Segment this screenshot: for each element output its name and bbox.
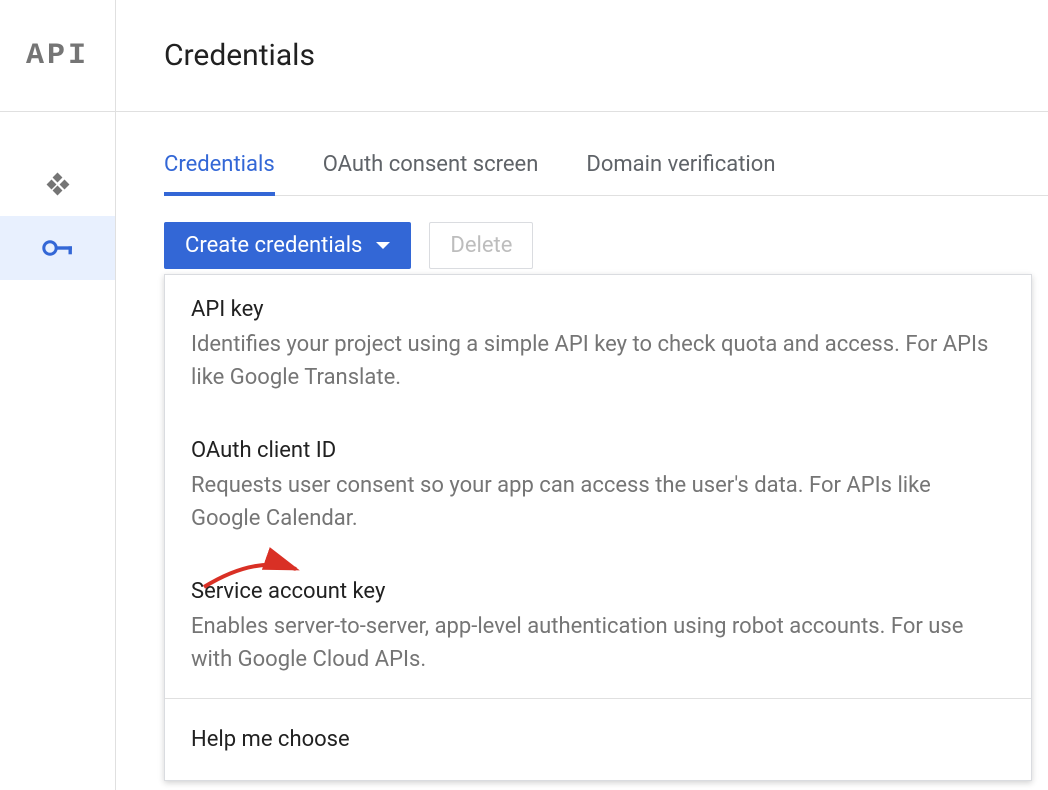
caret-down-icon <box>376 242 390 249</box>
dropdown-item-title: OAuth client ID <box>191 438 1005 463</box>
page-title: Credentials <box>164 38 315 73</box>
dropdown-item-api-key[interactable]: API key Identifies your project using a … <box>165 275 1031 416</box>
delete-button[interactable]: Delete <box>429 222 533 269</box>
api-logo: API <box>26 39 89 73</box>
tabs: Credentials OAuth consent screen Domain … <box>164 152 1048 196</box>
tab-domain-verification[interactable]: Domain verification <box>586 152 775 195</box>
create-credentials-label: Create credentials <box>185 233 362 258</box>
content-area: Credentials OAuth consent screen Domain … <box>116 112 1048 269</box>
tab-credentials[interactable]: Credentials <box>164 152 275 195</box>
key-icon <box>42 239 74 257</box>
create-credentials-button[interactable]: Create credentials <box>164 222 411 269</box>
nav-credentials[interactable] <box>0 216 115 280</box>
dropdown-item-desc: Requests user consent so your app can ac… <box>191 469 1005 535</box>
create-credentials-dropdown: API key Identifies your project using a … <box>164 274 1032 781</box>
dashboard-icon <box>49 175 67 193</box>
dropdown-help-me-choose[interactable]: Help me choose <box>165 699 1031 780</box>
dropdown-item-desc: Identifies your project using a simple A… <box>191 328 1005 394</box>
dropdown-item-oauth-client-id[interactable]: OAuth client ID Requests user consent so… <box>165 416 1031 557</box>
tab-oauth-consent[interactable]: OAuth consent screen <box>323 152 539 195</box>
dropdown-item-desc: Enables server-to-server, app-level auth… <box>191 610 1005 676</box>
dropdown-item-title: API key <box>191 297 1005 322</box>
dropdown-item-title: Service account key <box>191 579 1005 604</box>
dropdown-item-service-account-key[interactable]: Service account key Enables server-to-se… <box>165 557 1031 698</box>
logo-block: API <box>0 0 115 112</box>
nav-dashboard[interactable] <box>0 152 115 216</box>
page-header: Credentials <box>116 0 1048 112</box>
sidebar: API <box>0 0 116 790</box>
sidebar-nav <box>0 112 115 280</box>
button-row: Create credentials Delete API key Identi… <box>164 222 1048 269</box>
main-content: Credentials Credentials OAuth consent sc… <box>116 0 1048 790</box>
